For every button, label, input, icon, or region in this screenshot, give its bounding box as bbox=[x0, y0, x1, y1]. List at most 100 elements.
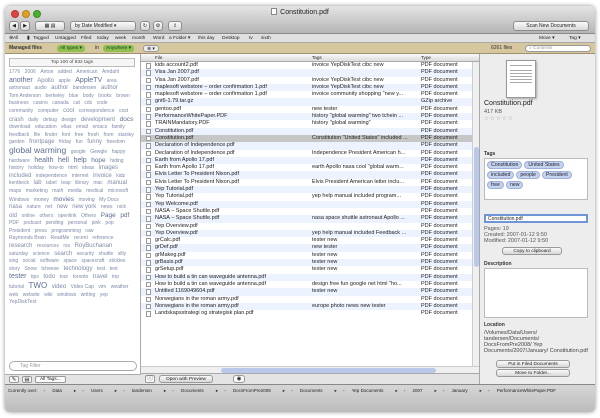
table-row[interactable]: How to build a tin can waveguide antenna… bbox=[141, 273, 472, 281]
filter-tab-sixth[interactable]: sixth bbox=[261, 34, 271, 43]
tag-cloud-item[interactable]: docs bbox=[120, 116, 134, 123]
tag-cloud-item[interactable]: label bbox=[46, 180, 57, 186]
tag-cloud-item[interactable]: video bbox=[52, 284, 66, 290]
share-button[interactable]: ⇪ bbox=[168, 21, 182, 31]
tag-cloud-item[interactable]: google bbox=[71, 149, 86, 155]
tag-cloud-item[interactable]: microsoft bbox=[108, 188, 128, 194]
inspector-tag-pill[interactable]: free bbox=[487, 181, 504, 189]
tag-cloud-item[interactable]: openlink bbox=[58, 213, 77, 219]
tag-cloud-item[interactable]: bandersen bbox=[73, 85, 97, 91]
tag-cloud-item[interactable]: Amdahl bbox=[102, 69, 119, 75]
tag-cloud-item[interactable]: new york bbox=[72, 204, 96, 210]
tag-cloud-item[interactable]: weather bbox=[111, 284, 129, 290]
table-row[interactable]: Declaration of Independence.pdf Independe… bbox=[141, 150, 472, 157]
tag-cloud-item[interactable]: fun bbox=[76, 139, 83, 145]
table-row[interactable]: Yep Tutorial.pdf yep help manual included… bbox=[141, 193, 472, 200]
tag-cloud-item[interactable]: stanley bbox=[118, 132, 134, 138]
tag-cloud-item[interactable]: new bbox=[57, 204, 68, 210]
tag-cloud-item[interactable]: from bbox=[104, 132, 114, 138]
tag-cloud-item[interactable]: travel bbox=[93, 274, 108, 280]
inspector-tag-pill[interactable]: Constitution bbox=[487, 161, 523, 169]
tag-cloud-item[interactable]: file bbox=[34, 132, 40, 138]
path-segment[interactable]: ▪ 2007 bbox=[404, 388, 429, 393]
tag-filter-input[interactable]: Tag Filter bbox=[9, 361, 137, 371]
tag-cloud-item[interactable]: font bbox=[62, 132, 70, 138]
tag-cloud-item[interactable]: ideas bbox=[82, 165, 94, 171]
forward-button[interactable]: ▶ bbox=[20, 21, 30, 31]
tag-cloud-item[interactable]: TWO bbox=[29, 281, 48, 290]
tag-cloud-item[interactable]: President bbox=[9, 228, 30, 234]
tag-cloud-item[interactable]: research bbox=[9, 243, 32, 249]
tag-cloud-item[interactable]: correspondence bbox=[79, 108, 115, 114]
tag-cloud-item[interactable]: ReadMe bbox=[51, 235, 70, 241]
path-segment[interactable]: ▪ Documents bbox=[291, 388, 329, 393]
tag-cloud-item[interactable]: toronto bbox=[73, 274, 89, 280]
tag-cloud-item[interactable]: Snow bbox=[24, 266, 37, 272]
tag-cloud-item[interactable]: funny bbox=[87, 139, 102, 145]
tag-cloud-item[interactable]: cat bbox=[73, 100, 80, 106]
tag-cloud-item[interactable]: audio bbox=[34, 85, 46, 91]
filename-input[interactable]: Constitution.pdf bbox=[484, 214, 588, 223]
table-row[interactable]: Declaration of Independence.pdf PDF docum… bbox=[141, 142, 472, 150]
path-segment[interactable]: ▪ Users bbox=[82, 388, 109, 393]
tag-cloud-item[interactable]: vim bbox=[98, 284, 106, 290]
tag-cloud-item[interactable]: tips bbox=[31, 274, 39, 280]
tag-cloud-item[interactable]: Anton bbox=[40, 69, 53, 75]
tag-cloud-item[interactable]: casino bbox=[33, 100, 47, 106]
filter-tab-filed[interactable]: Filed bbox=[81, 34, 91, 43]
column-header-type[interactable]: Type bbox=[419, 54, 431, 62]
tag-cloud-item[interactable]: emacs bbox=[92, 124, 107, 130]
filter-tab-today[interactable]: today bbox=[97, 34, 109, 43]
tag-cloud-item[interactable]: text bbox=[110, 266, 118, 272]
tag-cloud-item[interactable]: tester bbox=[9, 273, 27, 280]
action-button[interactable]: ⚙ bbox=[153, 21, 163, 31]
tag-cloud-item[interactable]: library bbox=[75, 180, 89, 186]
tag-cloud-item[interactable]: leap bbox=[61, 180, 70, 186]
table-row[interactable]: kids account2.pdf invoice YepDiskTest cib… bbox=[141, 62, 472, 69]
table-row[interactable]: maplesoft webstore – order confirmation … bbox=[141, 91, 472, 98]
filter-tab-all[interactable]: ⊕ All bbox=[9, 34, 18, 43]
tag-cloud-item[interactable]: tcheese bbox=[41, 266, 59, 272]
add-criteria-button[interactable]: ⊕ ▾ bbox=[143, 45, 159, 52]
tag-cloud-item[interactable]: software bbox=[40, 258, 59, 264]
file-list-horizontal-scrollbar[interactable] bbox=[141, 366, 479, 373]
tag-cloud-item[interactable]: freedom bbox=[106, 139, 124, 145]
tag-cloud-item[interactable]: science bbox=[33, 251, 50, 257]
tag-cloud-item[interactable]: Page bbox=[101, 212, 116, 219]
tag-cloud-item[interactable]: hiding bbox=[110, 158, 123, 164]
table-row[interactable]: Norwegians in the roman army.pdf europe p… bbox=[141, 302, 472, 311]
all-types-dropdown[interactable]: All types ▾ bbox=[57, 45, 85, 52]
tag-cloud-item[interactable]: cds bbox=[84, 100, 92, 106]
table-row[interactable]: Yep Overview.pdf PDF document bbox=[141, 223, 472, 230]
tag-cloud-item[interactable]: how-to bbox=[49, 165, 64, 171]
table-row[interactable]: Constitution.pdf PDF document bbox=[141, 127, 472, 135]
tag-cloud-item[interactable]: hardware bbox=[9, 158, 30, 164]
tag-cloud-item[interactable]: reference bbox=[92, 235, 113, 241]
filter-tab-week[interactable]: week bbox=[115, 34, 126, 43]
tag-cloud-item[interactable]: tutorial bbox=[9, 284, 24, 290]
tag-cloud-item[interactable]: images bbox=[99, 165, 118, 171]
tag-cloud-item[interactable]: money bbox=[34, 197, 49, 203]
inspector-tag-pill[interactable]: new bbox=[505, 181, 524, 189]
table-row[interactable]: gnt6-1.79.tar.gz GZip archive bbox=[141, 98, 472, 106]
path-segment[interactable]: ▪ tandersen bbox=[123, 388, 158, 393]
tag-cloud-item[interactable]: blue bbox=[69, 93, 78, 99]
filter-tab-folder[interactable]: a Folder ▾ bbox=[169, 34, 190, 43]
filter-tab-word[interactable]: Word bbox=[153, 34, 164, 43]
table-row[interactable]: Yep Tutorial.pdf PDF document bbox=[141, 186, 472, 194]
tag-cloud-item[interactable]: nature bbox=[27, 204, 41, 210]
tag-cloud-item[interactable]: computer bbox=[38, 108, 59, 114]
column-header-file[interactable]: File bbox=[153, 54, 162, 62]
table-row[interactable]: Earth from Apollo 17.pdf PDF document bbox=[141, 156, 472, 165]
tag-cloud-item[interactable]: astronaut bbox=[9, 85, 30, 91]
description-textarea[interactable] bbox=[484, 268, 588, 318]
column-header-tags[interactable]: Tags bbox=[310, 54, 322, 62]
table-row[interactable]: TRAINMandatory.PDF history "global warmin… bbox=[141, 120, 472, 127]
tag-cloud-item[interactable]: Tom Anderson bbox=[9, 93, 41, 99]
anywhere-dropdown[interactable]: Anywhere ▾ bbox=[103, 45, 135, 52]
tag-cloud-item[interactable]: rss bbox=[63, 243, 70, 249]
tag-cloud-item[interactable]: community bbox=[9, 108, 33, 114]
tag-cloud-item[interactable]: space bbox=[63, 258, 76, 264]
tag-cloud-item[interactable]: kentbeck bbox=[9, 180, 29, 186]
tag-cloud-item[interactable]: maps bbox=[9, 188, 21, 194]
